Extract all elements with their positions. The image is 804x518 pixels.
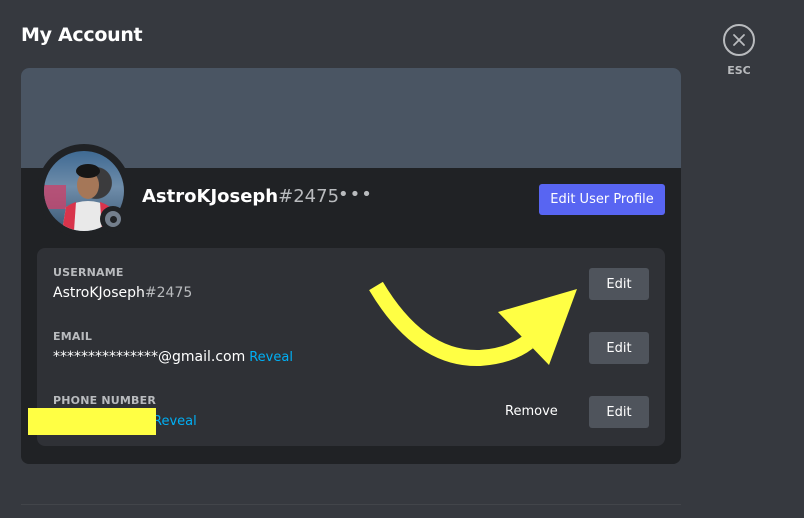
username-value: AstroKJoseph#2475 [53,285,192,301]
section-divider [21,504,681,505]
email-label: EMAIL [53,330,93,343]
reveal-phone-link[interactable]: Reveal [153,414,197,429]
edit-phone-button[interactable]: Edit [589,396,649,428]
edit-email-button[interactable]: Edit [589,332,649,364]
status-indicator [100,206,126,232]
profile-name: AstroKJoseph#2475 [142,186,339,207]
page-title: My Account [21,24,143,46]
close-icon [733,34,745,46]
remove-phone-button[interactable]: Remove [505,404,558,419]
more-options-icon[interactable]: ••• [338,184,373,205]
redaction-box [28,408,156,435]
username-discriminator: #2475 [144,285,193,301]
avatar-wrapper[interactable] [37,144,131,238]
user-profile-card: AstroKJoseph#2475 ••• Edit User Profile … [21,68,681,464]
reveal-email-link[interactable]: Reveal [249,350,293,365]
profile-username: AstroKJoseph [142,186,279,207]
offline-status-icon [105,211,121,227]
username-field: USERNAME AstroKJoseph#2475 [53,266,192,301]
annotation-arrow-icon [369,281,577,367]
close-button[interactable] [723,24,755,56]
username-text: AstroKJoseph [53,285,145,301]
email-text: ***************@gmail.com [53,349,246,365]
username-label: USERNAME [53,266,124,279]
edit-user-profile-button[interactable]: Edit User Profile [539,184,665,215]
close-control[interactable]: ESC [720,24,758,77]
email-field: EMAIL ***************@gmail.com Reveal [53,330,293,365]
email-value: ***************@gmail.com Reveal [53,349,293,365]
profile-discriminator: #2475 [278,186,340,207]
esc-label: ESC [727,64,751,77]
edit-username-button[interactable]: Edit [589,268,649,300]
phone-label: PHONE NUMBER [53,394,157,407]
profile-banner [21,68,681,168]
